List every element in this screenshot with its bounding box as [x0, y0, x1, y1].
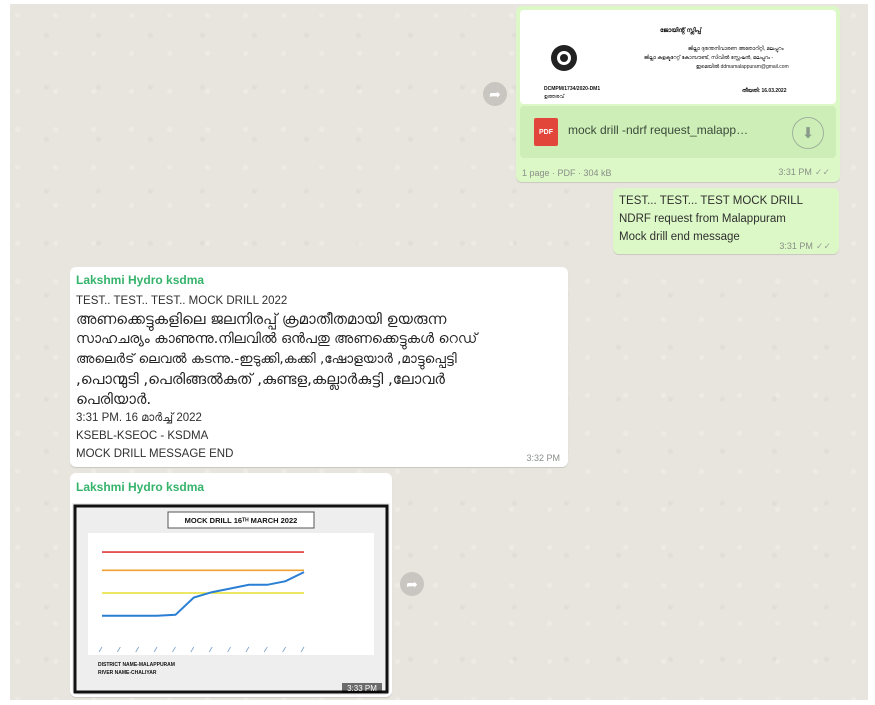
letterhead-title: ജോയിൻ്റ് സ്ലിപ്പ്	[660, 28, 702, 34]
chart-footer-river: RIVER NAME-CHALIYAR	[98, 670, 157, 676]
letterhead-line2: ജില്ലാ കളക്ടറേറ്റ് കോമ്പൗണ്ട്, സിവിൽ സ്റ…	[644, 55, 774, 61]
letterhead-line3: ഇമെയിൽ ddmamalappuram@gmail.com	[696, 64, 789, 70]
download-icon[interactable]: ⬇	[792, 117, 824, 149]
message-time: 3:33 PM	[347, 684, 377, 693]
message-line: NDRF request from Malappuram	[619, 213, 786, 225]
message-time: 3:31 PM ✓✓	[779, 241, 831, 251]
plot-area	[88, 533, 374, 655]
chart-footer-district: DISTRICT NAME-MALAPPURAM	[98, 662, 175, 668]
chart-image[interactable]: MOCK DRILL 16ᵀᴴ MARCH 2022 DISTRICT NAME…	[72, 503, 390, 695]
image-message-incoming: Lakshmi Hydro ksdma MOCK DRILL 16ᵀᴴ MARC…	[70, 473, 392, 697]
document-name[interactable]: mock drill -ndrf request_malapp…	[568, 123, 748, 137]
message-line-malayalam: ,പൊന്മുടി ,പെരിങ്ങൽകുത് ,കുണ്ടള,കല്ലാർകു…	[76, 370, 445, 388]
pdf-icon: PDF	[534, 118, 558, 146]
message-line: MOCK DRILL MESSAGE END	[76, 448, 234, 460]
message-time: 3:31 PM ✓✓	[778, 167, 830, 177]
message-line: TEST.. TEST.. TEST.. MOCK DRILL 2022	[76, 295, 288, 307]
message-line-malayalam: അലെർട് ലെവൽ കടന്നു.-ഇടുക്കി,കക്കി ,ഷോളയാ…	[76, 351, 457, 367]
text-message-incoming: Lakshmi Hydro ksdma TEST.. TEST.. TEST..…	[70, 267, 568, 467]
message-line: TEST... TEST... TEST MOCK DRILL	[619, 195, 804, 207]
sender-name[interactable]: Lakshmi Hydro ksdma	[76, 480, 204, 494]
document-message: ജോയിൻ്റ് സ്ലിപ്പ് ജില്ലാ ദുരന്തനിവാരണ അത…	[516, 6, 840, 182]
message-line-malayalam: സാഹചര്യം കാണുന്നു.നിലവിൽ ഒൻപതു അണക്കെട്ട…	[76, 331, 478, 347]
chart-title: MOCK DRILL 16ᵀᴴ MARCH 2022	[185, 516, 298, 525]
read-ticks-icon: ✓✓	[815, 241, 831, 251]
chat-area: ➦ ജോയിൻ്റ് സ്ലിപ്പ് ജില്ലാ ദുരന്തനിവാരണ …	[10, 4, 868, 700]
reference-number: DCMPM/1734/2020-DM1	[544, 86, 601, 92]
document-file-row[interactable]: PDF mock drill -ndrf request_malapp… ⬇	[520, 106, 836, 158]
text-message-outgoing: TEST... TEST... TEST MOCK DRILL NDRF req…	[613, 188, 839, 254]
sender-name[interactable]: Lakshmi Hydro ksdma	[76, 273, 204, 287]
read-ticks-icon: ✓✓	[814, 167, 830, 177]
message-line-malayalam: പെരിയാർ.	[76, 390, 152, 408]
letterhead-line1: ജില്ലാ ദുരന്തനിവാരണ അതോറിറ്റി, മലപ്പുറം	[688, 46, 784, 52]
reference-label: ഉത്തരവ്	[544, 94, 565, 100]
document-preview[interactable]: ജോയിൻ്റ് സ്ലിപ്പ് ജില്ലാ ദുരന്തനിവാരണ അത…	[520, 10, 836, 104]
message-time: 3:32 PM	[526, 453, 560, 463]
chart-svg: MOCK DRILL 16ᵀᴴ MARCH 2022 DISTRICT NAME…	[72, 503, 390, 695]
forward-icon[interactable]: ➦	[483, 82, 507, 106]
forward-icon[interactable]: ➦	[400, 572, 424, 596]
message-line-malayalam: അണക്കെട്ടുകളിലെ ജലനിരപ്പ് ക്രമാതീതമായി ഉ…	[76, 310, 447, 328]
message-line: 3:31 PM. 16 മാർച്ച് 2022	[76, 412, 202, 424]
document-meta: 1 page · PDF · 304 kB	[522, 168, 612, 178]
message-line: KSEBL-KSEOC - KSDMA	[76, 430, 209, 442]
document-date: തീയതി: 16.03.2022	[742, 88, 787, 94]
